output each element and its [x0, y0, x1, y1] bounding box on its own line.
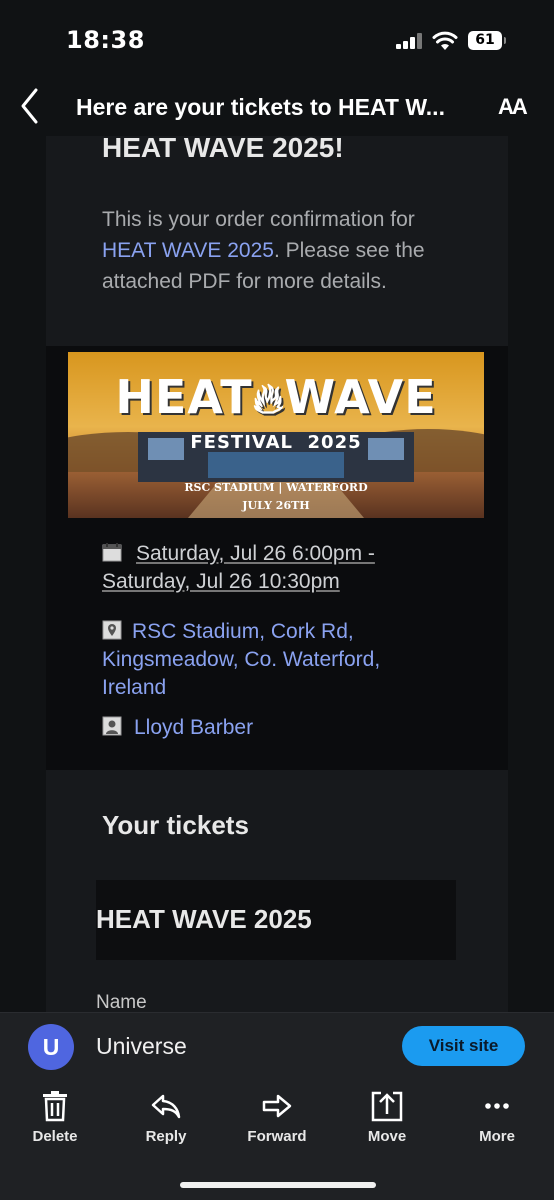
text-size-label: AA [498, 94, 528, 119]
avatar[interactable]: U [28, 1024, 74, 1070]
reply-label: Reply [145, 1128, 187, 1145]
signal-icon [396, 33, 422, 49]
more-label: More [479, 1128, 515, 1145]
banner-venue: RSC STADIUM | WATERFORD [184, 481, 368, 494]
forward-button[interactable]: Forward [232, 1090, 322, 1145]
event-date[interactable]: Saturday, Jul 26 6:00pm - Saturday, Jul … [102, 540, 422, 596]
event-date-row[interactable]: Saturday, Jul 26 6:00pm - Saturday, Jul … [102, 540, 422, 596]
banner-title-right: WAVE [284, 370, 437, 424]
status-time: 18:38 [66, 26, 145, 54]
delete-label: Delete [32, 1128, 78, 1145]
banner-date: JULY 26TH [242, 499, 310, 512]
intro-text: This is your order confirmation for HEAT… [102, 204, 462, 297]
move-label: Move [367, 1128, 407, 1145]
home-indicator[interactable] [180, 1182, 376, 1188]
more-dots-icon [485, 1103, 509, 1109]
visit-site-button[interactable]: Visit site [402, 1026, 525, 1066]
bottom-toolbar: Delete Reply Forward Move More [0, 1080, 554, 1200]
email-body[interactable]: HEAT WAVE 2025! This is your order confi… [0, 136, 554, 1012]
banner-title: HEAT🔥︎WAVE [68, 370, 484, 424]
forward-icon [262, 1094, 292, 1118]
reply-icon [151, 1094, 181, 1119]
intro-panel: HEAT WAVE 2025! This is your order confi… [46, 136, 508, 346]
reply-button[interactable]: Reply [121, 1090, 211, 1145]
ticket-card: HEAT WAVE 2025 [96, 880, 456, 960]
ticket-event-name: HEAT WAVE 2025 [96, 904, 312, 934]
organizer-name[interactable]: Lloyd Barber [134, 716, 253, 739]
email-subject: Here are your tickets to HEAT W... [76, 94, 445, 120]
move-icon [371, 1091, 403, 1122]
email-heading: HEAT WAVE 2025! [102, 136, 344, 163]
tickets-title: Your tickets [102, 810, 249, 840]
ticket-name-label: Name [96, 992, 147, 1012]
forward-label: Forward [247, 1128, 307, 1145]
event-location[interactable]: RSC Stadium, Cork Rd, Kingsmeadow, Co. W… [102, 618, 422, 702]
location-pin-icon [102, 620, 122, 640]
event-link[interactable]: HEAT WAVE 2025 [102, 239, 274, 262]
banner-title-left: HEAT [115, 370, 253, 424]
more-button[interactable]: More [452, 1090, 542, 1145]
sender-bar: U Universe Visit site [0, 1012, 554, 1080]
banner-subtitle: FESTIVAL 2025 [190, 432, 362, 453]
delete-button[interactable]: Delete [10, 1090, 100, 1145]
wifi-icon [432, 31, 458, 50]
battery-icon: 61 [468, 31, 506, 50]
tickets-panel: Your tickets HEAT WAVE 2025 Name [46, 770, 508, 1012]
sender-name[interactable]: Universe [96, 1033, 187, 1060]
flame-icon: 🔥︎ [252, 374, 285, 423]
event-location-row[interactable]: RSC Stadium, Cork Rd, Kingsmeadow, Co. W… [102, 618, 422, 702]
calendar-icon [102, 543, 122, 562]
move-button[interactable]: Move [342, 1090, 432, 1145]
intro-before: This is your order confirmation for [102, 208, 415, 231]
organizer-row[interactable]: Lloyd Barber [102, 714, 253, 742]
person-icon [102, 716, 122, 736]
status-bar: 18:38 61 [0, 0, 554, 80]
trash-icon [43, 1091, 67, 1122]
nav-bar: Here are your tickets to HEAT W... AA [0, 80, 554, 136]
text-size-button[interactable]: AA [498, 94, 528, 120]
back-chevron-icon[interactable] [18, 86, 44, 126]
event-banner: HEAT🔥︎WAVE FESTIVAL 2025 RSC STADIUM | W… [68, 352, 484, 518]
event-panel: HEAT🔥︎WAVE FESTIVAL 2025 RSC STADIUM | W… [46, 346, 508, 770]
